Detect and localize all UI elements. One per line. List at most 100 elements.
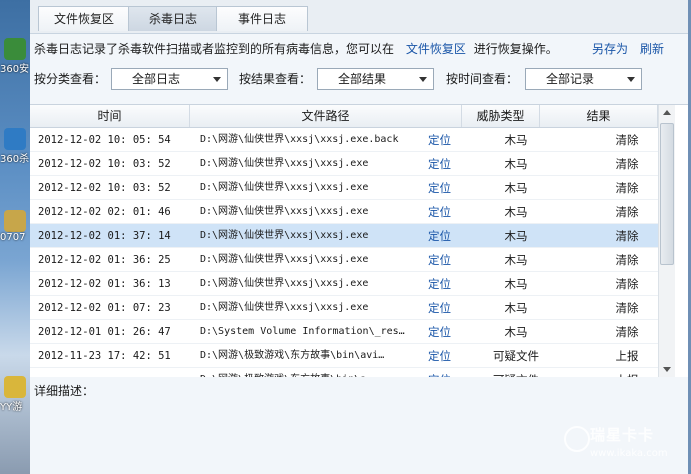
cell-path: D:\网游\极致游戏\东方故事\bin\avi…: [200, 350, 385, 361]
locate-link[interactable]: 定位: [428, 248, 458, 272]
cell-time: 2012-12-02 01: 07: 23: [38, 302, 171, 314]
category-filter-select[interactable]: 全部日志: [111, 68, 228, 90]
tab-event-log[interactable]: 事件日志: [216, 6, 308, 31]
table-row[interactable]: 2012-12-02 10: 03: 52 D:\网游\仙侠世界\xxsj\xxs…: [30, 152, 658, 176]
column-header-threat[interactable]: 威胁类型: [462, 105, 540, 127]
chevron-down-icon: [419, 77, 427, 82]
cell-path: D:\网游\仙侠世界\xxsj\xxsj.exe: [200, 278, 369, 289]
cell-path: D:\网游\极致游戏\东方故事\bin\a…: [200, 368, 418, 377]
category-filter-label: 按分类查看：: [34, 72, 107, 86]
table-row[interactable]: 2012-12-02 01: 36: 25 D:\网游\仙侠世界\xxsj\xxs…: [30, 248, 658, 272]
locate-link[interactable]: 定位: [428, 272, 458, 296]
time-filter-label: 按时间查看：: [446, 72, 519, 86]
cell-time: 2012-12-02 01: 36: 25: [38, 254, 171, 266]
cell-threat-type: 木马: [504, 301, 528, 315]
cell-threat-type: 可疑文件: [493, 349, 539, 363]
logo-icon: [564, 426, 590, 452]
table-row[interactable]: 2012-12-02 10: 03: 52 D:\网游\仙侠世界\xxsj\xxs…: [30, 176, 658, 200]
info-suffix: 进行恢复操作。: [473, 42, 558, 56]
cell-time: 2012-12-01 01: 26: 47: [38, 326, 171, 338]
desktop-icon[interactable]: YY游: [0, 376, 30, 413]
locate-link[interactable]: 定位: [428, 224, 458, 248]
app-icon: [4, 210, 26, 232]
cell-threat-type: 木马: [504, 133, 528, 147]
locate-link[interactable]: 定位: [428, 128, 458, 152]
scroll-down-icon[interactable]: [663, 367, 671, 372]
table-row[interactable]: 2012-11-23 17: 42: 51 D:\网游\极致游戏\东方故事\bin…: [30, 344, 658, 368]
locate-link[interactable]: 定位: [428, 176, 458, 200]
cell-threat-type: 木马: [504, 205, 528, 219]
info-text: 杀毒日志记录了杀毒软件扫描或者监控到的所有病毒信息，您可以在: [34, 42, 395, 56]
cell-threat-type: 可疑文件: [464, 368, 568, 377]
shield-icon: [4, 38, 26, 60]
desktop-icon[interactable]: 360杀: [0, 128, 30, 165]
table-header: 时间 文件路径 威胁类型 结果: [30, 105, 658, 128]
app-icon: [4, 376, 26, 398]
file-recovery-link[interactable]: 文件恢复区: [406, 42, 466, 56]
cell-path: D:\网游\仙侠世界\xxsj\xxsj.exe: [200, 302, 369, 313]
cell-threat-type: 木马: [504, 181, 528, 195]
cell-path: D:\网游\仙侠世界\xxsj\xxsj.exe: [200, 182, 369, 193]
cell-threat-type: 木马: [504, 277, 528, 291]
log-table: 时间 文件路径 威胁类型 结果 2012-12-02 10: 05: 54 D:\…: [30, 104, 688, 377]
table-row[interactable]: D:\网游\极致游戏\东方故事\bin\a…定位可疑文件上报: [30, 368, 658, 377]
table-row[interactable]: 2012-12-01 01: 26: 47 D:\System Volume In…: [30, 320, 658, 344]
locate-link[interactable]: 定位: [428, 296, 458, 320]
cell-time: 2012-12-02 01: 37: 14: [38, 230, 171, 242]
cell-path: D:\网游\仙侠世界\xxsj\xxsj.exe: [200, 254, 369, 265]
shield-icon: [4, 128, 26, 150]
chevron-down-icon: [627, 77, 635, 82]
detail-description-label: 详细描述：: [34, 384, 95, 398]
locate-link[interactable]: 定位: [428, 200, 458, 224]
desktop-icon-label: YY游: [0, 402, 23, 413]
cell-path: D:\System Volume Information\_res…: [200, 326, 405, 337]
desktop-icon[interactable]: 360安: [0, 38, 30, 75]
scrollbar-thumb[interactable]: [660, 123, 674, 265]
table-row[interactable]: 2012-12-02 01: 37: 14 D:\网游\仙侠世界\xxsj\xxs…: [30, 224, 658, 248]
desktop-background: 360安 360杀 0707 YY游: [0, 0, 30, 474]
desktop-icon-label: 360安: [0, 64, 30, 75]
desktop-icon-label: 0707: [0, 232, 26, 243]
locate-link[interactable]: 定位: [428, 368, 458, 377]
column-header-path[interactable]: 文件路径: [190, 105, 462, 127]
cell-path: D:\网游\仙侠世界\xxsj\xxsj.exe.back: [200, 134, 399, 145]
refresh-link[interactable]: 刷新: [640, 40, 664, 58]
result-filter-value: 全部结果: [338, 72, 387, 86]
watermark: 瑞星卡卡 www.ikaka.com: [560, 420, 688, 468]
antivirus-log-window: 文件恢复区 杀毒日志 事件日志 杀毒日志记录了杀毒软件扫描或者监控到的所有病毒信…: [30, 0, 688, 474]
scroll-up-icon[interactable]: [663, 110, 671, 115]
cell-threat-type: 木马: [504, 325, 528, 339]
cell-threat-type: 木马: [504, 229, 528, 243]
tab-antivirus-log[interactable]: 杀毒日志: [128, 6, 218, 31]
desktop-icon-label: 360杀: [0, 154, 30, 165]
result-filter-label: 按结果查看：: [239, 72, 312, 86]
cell-path: D:\网游\仙侠世界\xxsj\xxsj.exe: [200, 158, 369, 169]
tab-file-recovery[interactable]: 文件恢复区: [38, 6, 130, 31]
category-filter-value: 全部日志: [132, 72, 181, 86]
locate-link[interactable]: 定位: [428, 344, 458, 368]
table-row[interactable]: 2012-12-02 02: 01: 46 D:\网游\仙侠世界\xxsj\xxs…: [30, 200, 658, 224]
cell-time: 2012-12-02 10: 05: 54: [38, 134, 171, 146]
cell-time: 2012-11-23 17: 42: 51: [38, 350, 171, 362]
save-as-link[interactable]: 另存为: [592, 40, 628, 58]
watermark-url: www.ikaka.com: [590, 448, 668, 459]
locate-link[interactable]: 定位: [428, 320, 458, 344]
table-row[interactable]: 2012-12-02 10: 05: 54 D:\网游\仙侠世界\xxsj\xxs…: [30, 128, 658, 152]
locate-link[interactable]: 定位: [428, 152, 458, 176]
result-filter-select[interactable]: 全部结果: [317, 68, 434, 90]
vertical-scrollbar[interactable]: [658, 105, 675, 377]
cell-time: 2012-12-02 10: 03: 52: [38, 158, 171, 170]
desktop-icon[interactable]: 0707: [0, 210, 30, 243]
cell-threat-type: 木马: [504, 253, 528, 267]
watermark-name: 瑞星卡卡: [590, 426, 655, 444]
column-header-time[interactable]: 时间: [30, 105, 190, 127]
cell-path: D:\网游\仙侠世界\xxsj\xxsj.exe: [200, 230, 369, 241]
time-filter-select[interactable]: 全部记录: [525, 68, 642, 90]
table-row[interactable]: 2012-12-02 01: 36: 13 D:\网游\仙侠世界\xxsj\xxs…: [30, 272, 658, 296]
time-filter-value: 全部记录: [546, 72, 595, 86]
cell-time: 2012-12-02 01: 36: 13: [38, 278, 171, 290]
tab-bar: 文件恢复区 杀毒日志 事件日志: [30, 0, 688, 34]
column-header-result[interactable]: 结果: [540, 105, 658, 127]
cell-time: 2012-12-02 10: 03: 52: [38, 182, 171, 194]
table-row[interactable]: 2012-12-02 01: 07: 23 D:\网游\仙侠世界\xxsj\xxs…: [30, 296, 658, 320]
